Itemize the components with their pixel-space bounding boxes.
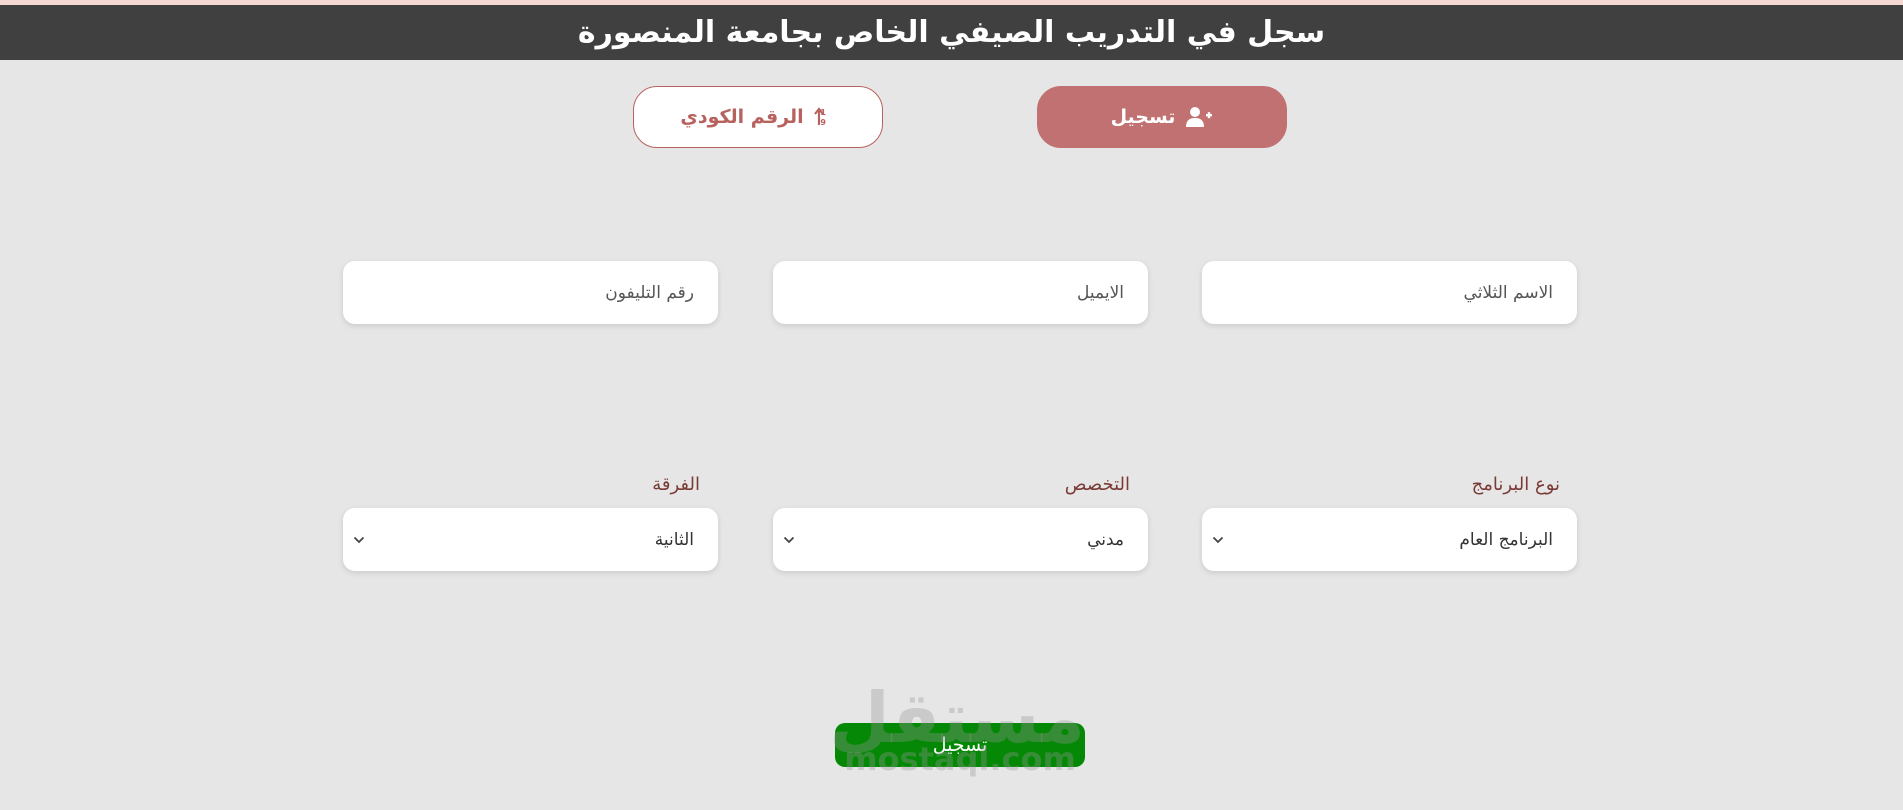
year-label: الفرقة: [652, 474, 700, 495]
email-input[interactable]: [773, 261, 1148, 324]
specialization-select[interactable]: مدني: [773, 508, 1148, 571]
user-plus-icon: [1185, 106, 1213, 128]
program-type-value: البرنامج العام: [1459, 529, 1553, 550]
specialization-value: مدني: [1087, 529, 1124, 550]
register-tab-button[interactable]: تسجيل: [1037, 86, 1287, 148]
full-name-input[interactable]: [1202, 261, 1577, 324]
chevron-down-icon: [353, 536, 365, 544]
page-header: سجل في التدريب الصيفي الخاص بجامعة المنص…: [0, 5, 1903, 60]
code-number-tab-button[interactable]: 1 9 الرقم الكودي: [633, 86, 883, 148]
year-value: الثانية: [654, 529, 694, 550]
program-type-label: نوع البرنامج: [1471, 474, 1560, 495]
chevron-down-icon: [1212, 536, 1224, 544]
svg-text:9: 9: [820, 118, 826, 127]
svg-text:1: 1: [820, 108, 826, 117]
year-select[interactable]: الثانية: [343, 508, 718, 571]
page-title: سجل في التدريب الصيفي الخاص بجامعة المنص…: [577, 14, 1326, 50]
chevron-down-icon: [783, 536, 795, 544]
email-field: [773, 261, 1148, 324]
phone-field: [343, 261, 718, 324]
code-number-tab-label: الرقم الكودي: [680, 106, 804, 128]
program-type-select[interactable]: البرنامج العام: [1202, 508, 1577, 571]
submit-button[interactable]: تسجيل: [835, 723, 1085, 767]
phone-input[interactable]: [343, 261, 718, 324]
sort-numeric-icon: 1 9: [813, 107, 836, 127]
specialization-label: التخصص: [1064, 474, 1130, 495]
full-name-field: [1202, 261, 1577, 324]
register-tab-label: تسجيل: [1110, 106, 1176, 128]
